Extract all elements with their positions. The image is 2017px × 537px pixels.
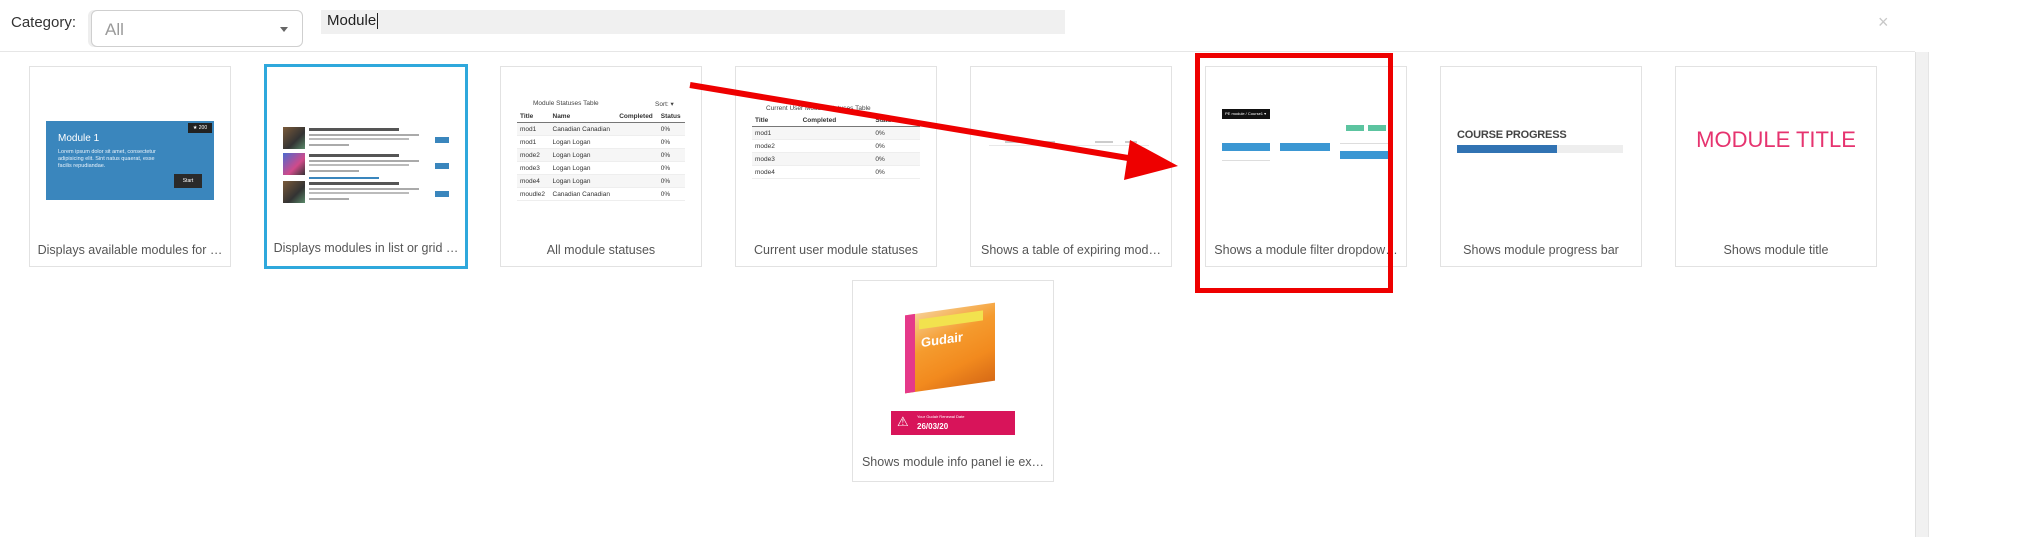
- annotation-arrow: [689, 82, 1178, 180]
